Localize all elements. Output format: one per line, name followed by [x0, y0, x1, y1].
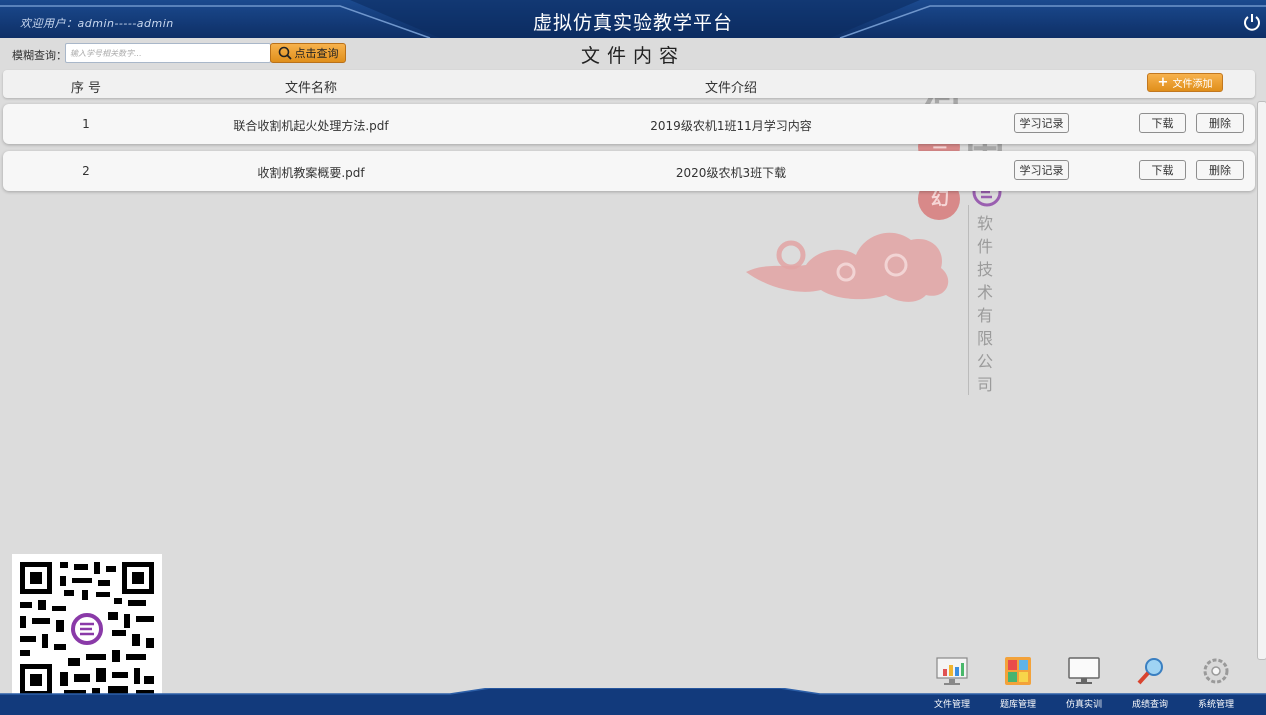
- dock-question-bank[interactable]: 题库管理: [988, 656, 1048, 710]
- watermark-vertical-char: 有: [977, 306, 994, 325]
- page-title: 文件内容: [580, 45, 685, 67]
- dock-label: 文件管理: [933, 700, 970, 710]
- study-record-button[interactable]: 学习记录: [1014, 113, 1069, 133]
- watermark-vertical-char: 司: [977, 375, 994, 394]
- dock-label: 题库管理: [999, 700, 1036, 710]
- top-header-bar: 欢迎用户：admin-----admin 虚拟仿真实验教学平台: [0, 0, 1266, 38]
- download-button[interactable]: 下载: [1139, 113, 1186, 133]
- add-file-label: 文件添加: [1172, 79, 1213, 90]
- magnifier-icon: [1137, 658, 1163, 685]
- monitor-icon: [1068, 657, 1100, 684]
- chart-monitor-icon: [936, 657, 968, 685]
- dock-score-query[interactable]: 成绩查询: [1120, 656, 1180, 710]
- dock-system-management[interactable]: 系统管理: [1186, 656, 1246, 710]
- header-index: 序 号: [70, 81, 102, 96]
- table-row: 2 收割机教案概要.pdf 2020级农机3班下载 学习记录 下载 删除: [3, 151, 1255, 191]
- power-icon[interactable]: [1242, 12, 1262, 32]
- watermark-vertical-char: 技: [977, 260, 994, 279]
- grid-cards-icon: [1005, 657, 1031, 685]
- watermark-vertical-char: 公: [977, 352, 994, 371]
- scrollbar[interactable]: [1257, 101, 1266, 660]
- dock-file-management[interactable]: 文件管理: [922, 656, 982, 710]
- qr-code-image: [20, 562, 154, 696]
- add-file-button[interactable]: + 文件添加: [1147, 73, 1223, 92]
- row-index: 2: [82, 164, 90, 178]
- header-file-intro: 文件介绍: [704, 81, 758, 96]
- row-file-name: 收割机教案概要.pdf: [257, 166, 365, 180]
- delete-button[interactable]: 删除: [1196, 160, 1244, 180]
- delete-button[interactable]: 删除: [1196, 113, 1244, 133]
- dock-label: 成绩查询: [1131, 700, 1168, 710]
- row-file-name: 联合收割机起火处理方法.pdf: [233, 119, 389, 133]
- table-row: 1 联合收割机起火处理方法.pdf 2019级农机1班11月学习内容 学习记录 …: [3, 104, 1255, 144]
- row-file-intro: 2020级农机3班下载: [675, 166, 787, 180]
- watermark-vertical-char: 软: [977, 214, 994, 233]
- dock-label: 仿真实训: [1065, 700, 1102, 710]
- dock-label: 系统管理: [1197, 700, 1234, 710]
- plus-icon: +: [1157, 75, 1169, 90]
- table-header: 序 号 文件名称 文件介绍 + 文件添加: [3, 70, 1255, 98]
- row-file-intro: 2019级农机1班11月学习内容: [650, 119, 812, 133]
- study-record-button[interactable]: 学习记录: [1014, 160, 1069, 180]
- header-file-name: 文件名称: [284, 81, 338, 96]
- watermark-divider: [968, 205, 969, 395]
- download-button[interactable]: 下载: [1139, 160, 1186, 180]
- dock-simulation-training[interactable]: 仿真实训: [1054, 656, 1114, 710]
- watermark-vertical-char: 术: [977, 283, 994, 302]
- watermark-vertical-char: 件: [977, 237, 994, 256]
- app-title: 虚拟仿真实验教学平台: [532, 12, 733, 34]
- row-index: 1: [82, 117, 90, 131]
- cloud-icon: [746, 232, 949, 302]
- qr-code: [12, 554, 162, 704]
- watermark-vertical-char: 限: [977, 329, 994, 348]
- gear-icon: [1203, 658, 1229, 684]
